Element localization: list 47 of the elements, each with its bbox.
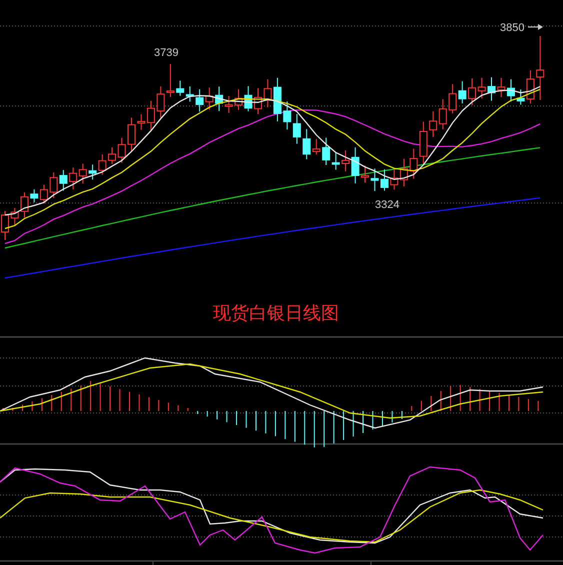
- candlestick: [186, 86, 194, 102]
- candlestick: [370, 168, 379, 192]
- candlestick: [128, 117, 136, 152]
- arrow-icon: [528, 24, 543, 30]
- candlestick: [50, 172, 58, 199]
- price-label: 3739: [154, 47, 178, 59]
- candlestick: [166, 64, 174, 98]
- candlestick: [468, 78, 476, 106]
- candlestick: [1, 210, 9, 240]
- candlestick: [59, 170, 68, 192]
- candlestick: [283, 100, 292, 130]
- candlestick: [361, 165, 369, 184]
- candlestick: [98, 154, 106, 176]
- candlestick: [380, 168, 388, 192]
- candlestick: [429, 110, 438, 138]
- candlestick: [438, 98, 447, 130]
- candlestick: [254, 88, 262, 115]
- candlestick: [176, 80, 184, 96]
- candlestick: [244, 86, 252, 112]
- candlestick: [506, 78, 515, 102]
- candlestick: [400, 158, 408, 187]
- candlestick: [88, 164, 97, 180]
- price-label: 3324: [375, 199, 400, 211]
- candlestick: [390, 168, 398, 190]
- candlestick: [20, 192, 28, 218]
- candlestick: [196, 88, 204, 112]
- chart-title: 现货白银日线图: [213, 303, 339, 324]
- candlestick: [410, 148, 418, 180]
- candlestick: [10, 207, 19, 226]
- candlestick: [69, 167, 78, 190]
- candlestick: [156, 86, 165, 118]
- candlestick: [78, 163, 87, 184]
- candlestick: [478, 77, 486, 100]
- candlestick: [488, 76, 496, 102]
- candlestick: [30, 188, 38, 203]
- candlestick: [40, 184, 48, 204]
- candlestick: [536, 36, 544, 100]
- candlestick: [448, 84, 457, 114]
- candlestick: [419, 121, 428, 165]
- candlestick: [224, 95, 233, 114]
- candlestick: [205, 87, 214, 110]
- candlestick: [497, 77, 506, 98]
- price-label: 3850: [500, 22, 524, 34]
- candlestick: [215, 86, 224, 112]
- candlestick: [458, 80, 466, 104]
- candlestick: [234, 88, 243, 110]
- candlestick: [292, 114, 301, 144]
